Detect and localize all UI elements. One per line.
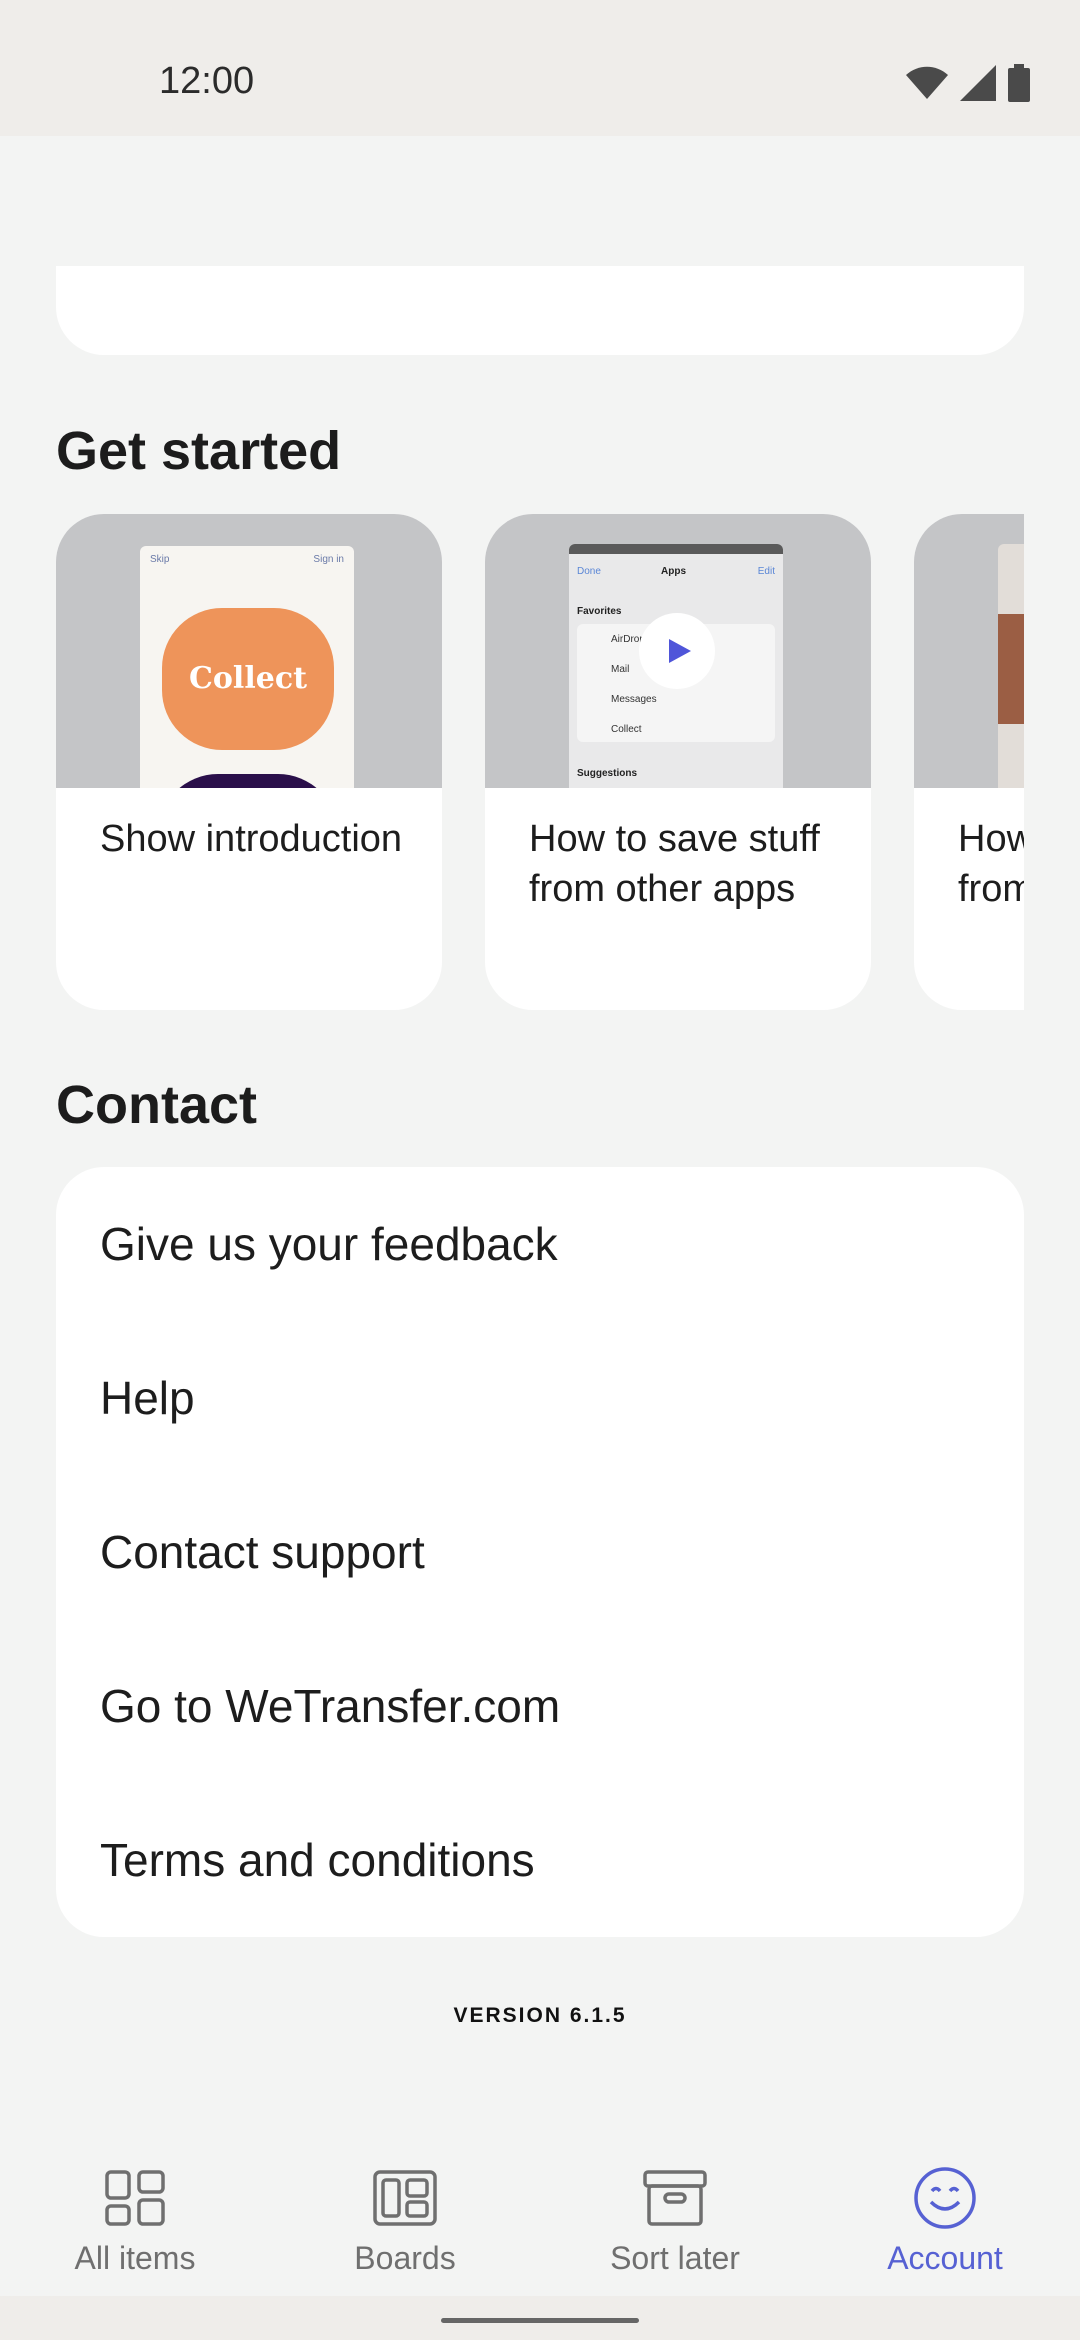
get-started-carousel[interactable]: Skip Sign in Collect Show introduction D… (56, 514, 1024, 1010)
boards-icon (373, 2170, 437, 2226)
nav-label: Sort later (610, 2240, 740, 2276)
battery-icon (1008, 64, 1030, 102)
app-version: VERSION 6.1.5 (453, 2004, 627, 2027)
nav-label: All items (74, 2240, 196, 2276)
share-sheet-thumbnail: Done Apps Edit Favorites AirDrop Mail Me… (485, 514, 871, 788)
status-icons (906, 64, 1030, 102)
previous-section-card[interactable] (56, 266, 1024, 355)
get-started-title: Get started (56, 421, 342, 481)
thumb-done-text: Done (577, 566, 601, 577)
thumb-row-messages: Messages (611, 694, 657, 705)
thumb-skip-text: Skip (150, 554, 170, 565)
nav-all-items[interactable]: All items (0, 2136, 270, 2296)
thumb-row-collect: Collect (611, 724, 642, 735)
card-label: How to save stuff from Chrome (958, 818, 1024, 910)
help-link[interactable]: Help (100, 1348, 980, 1448)
thumb-row-mail: Mail (611, 664, 630, 675)
nav-label: Boards (354, 2240, 456, 2276)
card-save-from-chrome[interactable]: How to save stuff from Chrome (914, 514, 1024, 1010)
thumb-apps-text: Apps (661, 566, 686, 577)
status-time: 12:00 (159, 60, 255, 102)
play-icon (669, 639, 691, 663)
thumb-signin-text: Sign in (313, 554, 344, 565)
contact-title: Contact (56, 1075, 257, 1135)
feedback-link[interactable]: Give us your feedback (100, 1194, 980, 1294)
cellular-signal-icon (960, 65, 996, 101)
card-label: How to save stuff from other apps (529, 818, 820, 910)
status-bar: 12:00 (0, 0, 1080, 136)
wifi-icon (906, 66, 948, 99)
card-label: Show introduction (100, 818, 403, 860)
introduction-thumbnail: Skip Sign in Collect (56, 514, 442, 788)
grid-icon (105, 2170, 165, 2226)
card-save-from-other-apps[interactable]: Done Apps Edit Favorites AirDrop Mail Me… (485, 514, 871, 1010)
wetransfer-link[interactable]: Go to WeTransfer.com (100, 1656, 980, 1756)
thumb-suggestions-text: Suggestions (577, 768, 638, 779)
terms-link[interactable]: Terms and conditions (100, 1810, 980, 1910)
archive-box-icon (643, 2170, 707, 2226)
chrome-thumbnail (914, 514, 1024, 788)
contact-list: Give us your feedback Help Contact suppo… (56, 1167, 1024, 1937)
account-content[interactable]: Get started Skip Sign in Collect Show in… (0, 136, 1080, 2136)
card-show-introduction[interactable]: Skip Sign in Collect Show introduction (56, 514, 442, 1010)
nav-label: Account (887, 2240, 1003, 2276)
nav-sort-later[interactable]: Sort later (540, 2136, 810, 2296)
gesture-bar (0, 2296, 1080, 2340)
home-gesture-pill[interactable] (441, 2318, 639, 2323)
nav-account[interactable]: Account (810, 2136, 1080, 2296)
contact-support-link[interactable]: Contact support (100, 1502, 980, 1602)
thumb-edit-text: Edit (757, 566, 775, 577)
collect-logo: Collect (162, 608, 334, 750)
thumb-favorites-text: Favorites (577, 606, 622, 617)
smiley-icon (914, 2167, 976, 2229)
nav-boards[interactable]: Boards (270, 2136, 540, 2296)
bottom-navigation: All items Boards Sort later Account (0, 2136, 1080, 2296)
play-button[interactable] (639, 613, 715, 689)
